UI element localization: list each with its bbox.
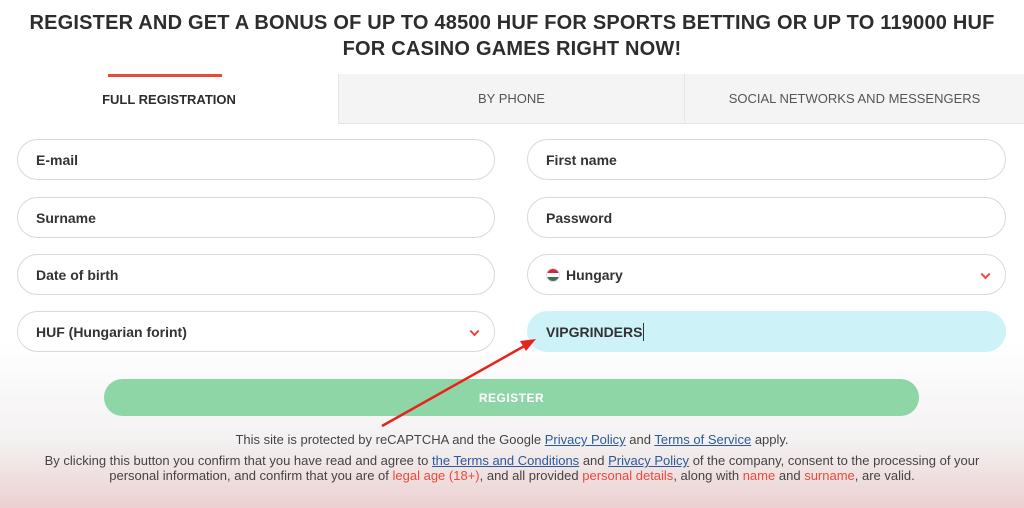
tab-by-phone[interactable]: BY PHONE [338, 74, 684, 124]
email-placeholder: E-mail [36, 151, 79, 168]
bonus-banner-title: REGISTER AND GET A BONUS OF UP TO 48500 … [29, 12, 995, 60]
surname-placeholder: Surname [36, 209, 96, 226]
surname-text: surname [804, 468, 855, 483]
consent-text: By clicking this button you confirm that… [44, 453, 429, 468]
personal-details-text: personal details [582, 468, 674, 483]
terms-and-conditions-link[interactable]: the Terms and Conditions [432, 453, 579, 468]
tab-full-registration[interactable]: FULL REGISTRATION [0, 74, 338, 124]
country-select[interactable]: Hungary [527, 254, 1006, 295]
apply-text: apply. [754, 432, 789, 447]
chevron-down-icon [469, 325, 480, 336]
and-text: and [582, 453, 605, 468]
recaptcha-notice: This site is protected by reCAPTCHA and … [0, 432, 1024, 447]
and-text: and [629, 432, 651, 447]
legal-age-text: legal age (18+) [392, 468, 480, 483]
first-name-field[interactable]: First name [527, 139, 1006, 180]
register-button[interactable]: REGISTER [104, 379, 919, 416]
dob-placeholder: Date of birth [36, 266, 119, 283]
promo-code-value: VIPGRINDERS [546, 323, 643, 340]
name-text: name [742, 468, 776, 483]
terms-of-service-link[interactable]: Terms of Service [654, 432, 751, 447]
email-field[interactable]: E-mail [17, 139, 495, 180]
consent-text-mid2: , and all provided [479, 468, 579, 483]
tab-social-networks[interactable]: SOCIAL NETWORKS AND MESSENGERS [684, 74, 1024, 124]
first-name-placeholder: First name [546, 151, 617, 168]
password-placeholder: Password [546, 209, 613, 226]
privacy-policy-link-2[interactable]: Privacy Policy [608, 453, 689, 468]
recaptcha-text: This site is protected by reCAPTCHA and … [235, 432, 542, 447]
currency-select[interactable]: HUF (Hungarian forint) [17, 311, 495, 352]
currency-value: HUF (Hungarian forint) [36, 323, 187, 340]
are-valid-text: , are valid. [854, 468, 915, 483]
registration-tabs: FULL REGISTRATION BY PHONE SOCIAL NETWOR… [0, 74, 1024, 124]
along-with-text: , along with [673, 468, 740, 483]
chevron-down-icon [980, 268, 991, 279]
date-of-birth-field[interactable]: Date of birth [17, 254, 495, 295]
country-value: Hungary [566, 266, 623, 283]
hungary-flag-icon [546, 267, 560, 282]
surname-field[interactable]: Surname [17, 197, 495, 238]
consent-notice: By clicking this button you confirm that… [0, 453, 1024, 483]
text-caret [643, 322, 645, 341]
and-text: and [778, 468, 801, 483]
promo-code-input[interactable]: VIPGRINDERS [527, 311, 1006, 352]
privacy-policy-link[interactable]: Privacy Policy [545, 432, 626, 447]
password-field[interactable]: Password [527, 197, 1006, 238]
